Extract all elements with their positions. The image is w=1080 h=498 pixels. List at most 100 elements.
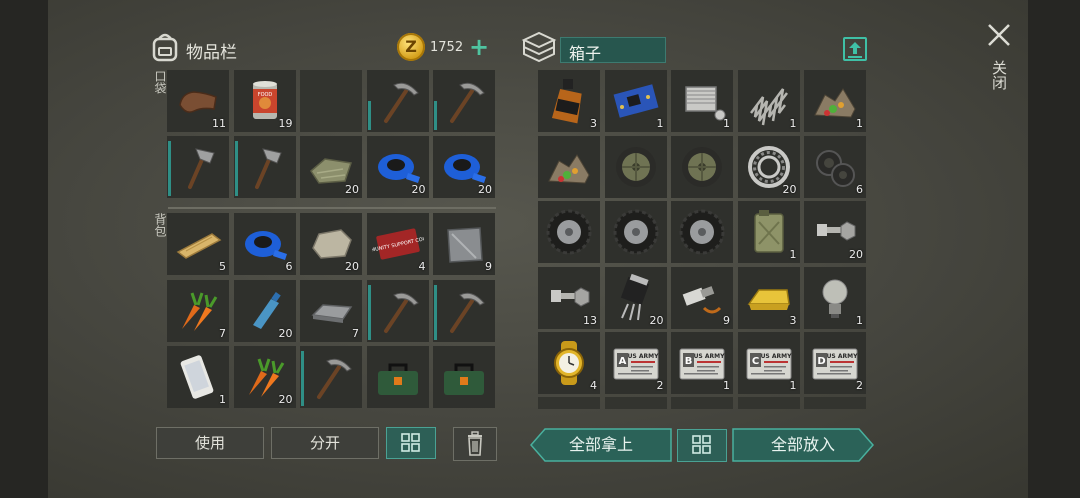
svg-text:B: B [685, 356, 693, 367]
screen-edge-left [0, 0, 48, 498]
item-quantity: 20 [478, 183, 492, 196]
toolbox-icon [372, 351, 424, 403]
tire-icon [610, 206, 662, 258]
item-slot[interactable] [433, 346, 495, 408]
item-slot[interactable]: 3 [737, 266, 800, 329]
item-slot[interactable]: D US ARMY 2 [804, 332, 866, 394]
item-quantity: 1 [856, 117, 863, 130]
item-slot[interactable] [538, 135, 600, 198]
item-slot[interactable]: 6 [233, 213, 296, 275]
item-slot[interactable]: 1 [804, 70, 866, 132]
item-slot[interactable] [538, 397, 600, 409]
item-slot[interactable]: 20 [300, 213, 362, 275]
item-slot[interactable]: 1 [737, 70, 800, 132]
split-button[interactable]: 分开 [271, 427, 379, 459]
item-slot[interactable] [300, 346, 362, 408]
item-slot[interactable] [167, 136, 229, 198]
item-slot[interactable]: C US ARMY 1 [737, 332, 800, 394]
item-quantity: 1 [856, 313, 863, 327]
item-slot[interactable]: 20 [366, 136, 429, 198]
coin-count: 1752 [430, 40, 464, 55]
item-quantity: 9 [723, 313, 730, 327]
hatchet-icon [239, 141, 291, 193]
item-quantity: 2 [856, 379, 863, 392]
coin-icon: Z [397, 33, 425, 61]
add-coins-button[interactable]: + [469, 34, 489, 60]
item-quantity: 20 [278, 326, 293, 340]
durability-bar [234, 141, 238, 196]
item-slot[interactable] [300, 70, 362, 132]
item-slot[interactable]: 20 [604, 266, 667, 329]
box-title-field[interactable]: 箱子 [560, 37, 666, 63]
item-slot[interactable]: 6 [804, 135, 866, 198]
item-slot[interactable]: 20 [804, 201, 866, 263]
item-slot[interactable] [604, 397, 667, 409]
item-slot[interactable]: 4 [538, 332, 600, 394]
toolbox-icon [438, 351, 490, 403]
item-slot[interactable]: 1 [604, 70, 667, 132]
sort-box-button[interactable] [677, 429, 727, 462]
item-slot[interactable] [604, 201, 667, 263]
item-slot[interactable] [366, 70, 429, 132]
light-bulb-icon [809, 272, 861, 324]
item-slot[interactable]: 9 [671, 266, 733, 329]
item-slot[interactable]: 1 [167, 346, 229, 408]
item-slot[interactable]: 20 [433, 136, 495, 198]
spark-plug-icon [676, 272, 728, 324]
item-quantity: 1 [789, 117, 797, 130]
item-slot[interactable]: COMMUNITY SUPPORT COUPON 4 [358, 213, 437, 275]
pocket-label: 口袋 [153, 70, 167, 94]
close-label[interactable]: 关闭 [990, 60, 1008, 90]
engine-cylinder-icon [676, 75, 728, 127]
item-slot[interactable] [233, 136, 296, 198]
item-quantity: 20 [345, 183, 359, 196]
item-slot[interactable] [433, 279, 495, 342]
close-icon[interactable] [986, 22, 1012, 48]
item-slot[interactable] [604, 135, 667, 198]
item-slot[interactable] [671, 397, 733, 409]
pickaxe-icon [372, 285, 424, 337]
gold-bar-icon [743, 272, 795, 324]
item-slot[interactable]: 1 [804, 266, 866, 329]
item-slot[interactable]: 11 [167, 70, 229, 132]
pickaxe-icon [305, 351, 357, 403]
take-all-button[interactable]: 全部拿上 [530, 428, 672, 462]
wood-plank-icon [172, 218, 224, 270]
item-slot[interactable]: 9 [433, 213, 495, 275]
gold-watch-icon [543, 337, 595, 389]
item-slot[interactable]: 20 [233, 346, 296, 408]
item-quantity: 5 [219, 260, 226, 273]
item-slot[interactable]: A US ARMY 2 [604, 332, 667, 394]
item-slot[interactable]: 1 [737, 201, 800, 263]
item-quantity: 2 [656, 379, 664, 392]
sort-inventory-button[interactable] [386, 427, 436, 459]
item-slot[interactable] [366, 279, 429, 342]
item-slot[interactable]: 20 [737, 135, 800, 198]
item-slot[interactable] [538, 201, 600, 263]
svg-text:US ARMY: US ARMY [627, 353, 659, 360]
item-slot[interactable]: FOOD 19 [233, 70, 296, 132]
item-slot[interactable]: 3 [538, 70, 600, 132]
use-button[interactable]: 使用 [156, 427, 264, 459]
item-quantity: 1 [723, 117, 730, 130]
put-all-button[interactable]: 全部放入 [732, 428, 874, 462]
item-slot[interactable]: 7 [300, 279, 362, 342]
item-slot[interactable] [433, 70, 495, 132]
item-slot[interactable]: 1 [671, 70, 733, 132]
item-slot[interactable]: 7 [167, 279, 229, 342]
item-slot[interactable] [804, 397, 866, 409]
item-slot[interactable]: B US ARMY 1 [671, 332, 733, 394]
whiskey-bottle-icon [543, 75, 595, 127]
item-slot[interactable] [737, 397, 800, 409]
item-quantity: 7 [352, 326, 359, 340]
upload-button[interactable] [843, 37, 867, 61]
item-slot[interactable]: 20 [300, 136, 362, 198]
take-all-label: 全部拿上 [568, 435, 633, 454]
item-slot[interactable]: 20 [233, 279, 296, 342]
item-slot[interactable] [671, 201, 733, 263]
item-slot[interactable]: 13 [538, 266, 600, 329]
item-slot[interactable] [366, 346, 429, 408]
trash-button[interactable] [453, 427, 497, 461]
item-slot[interactable] [671, 135, 733, 198]
item-slot[interactable]: 5 [167, 213, 229, 275]
